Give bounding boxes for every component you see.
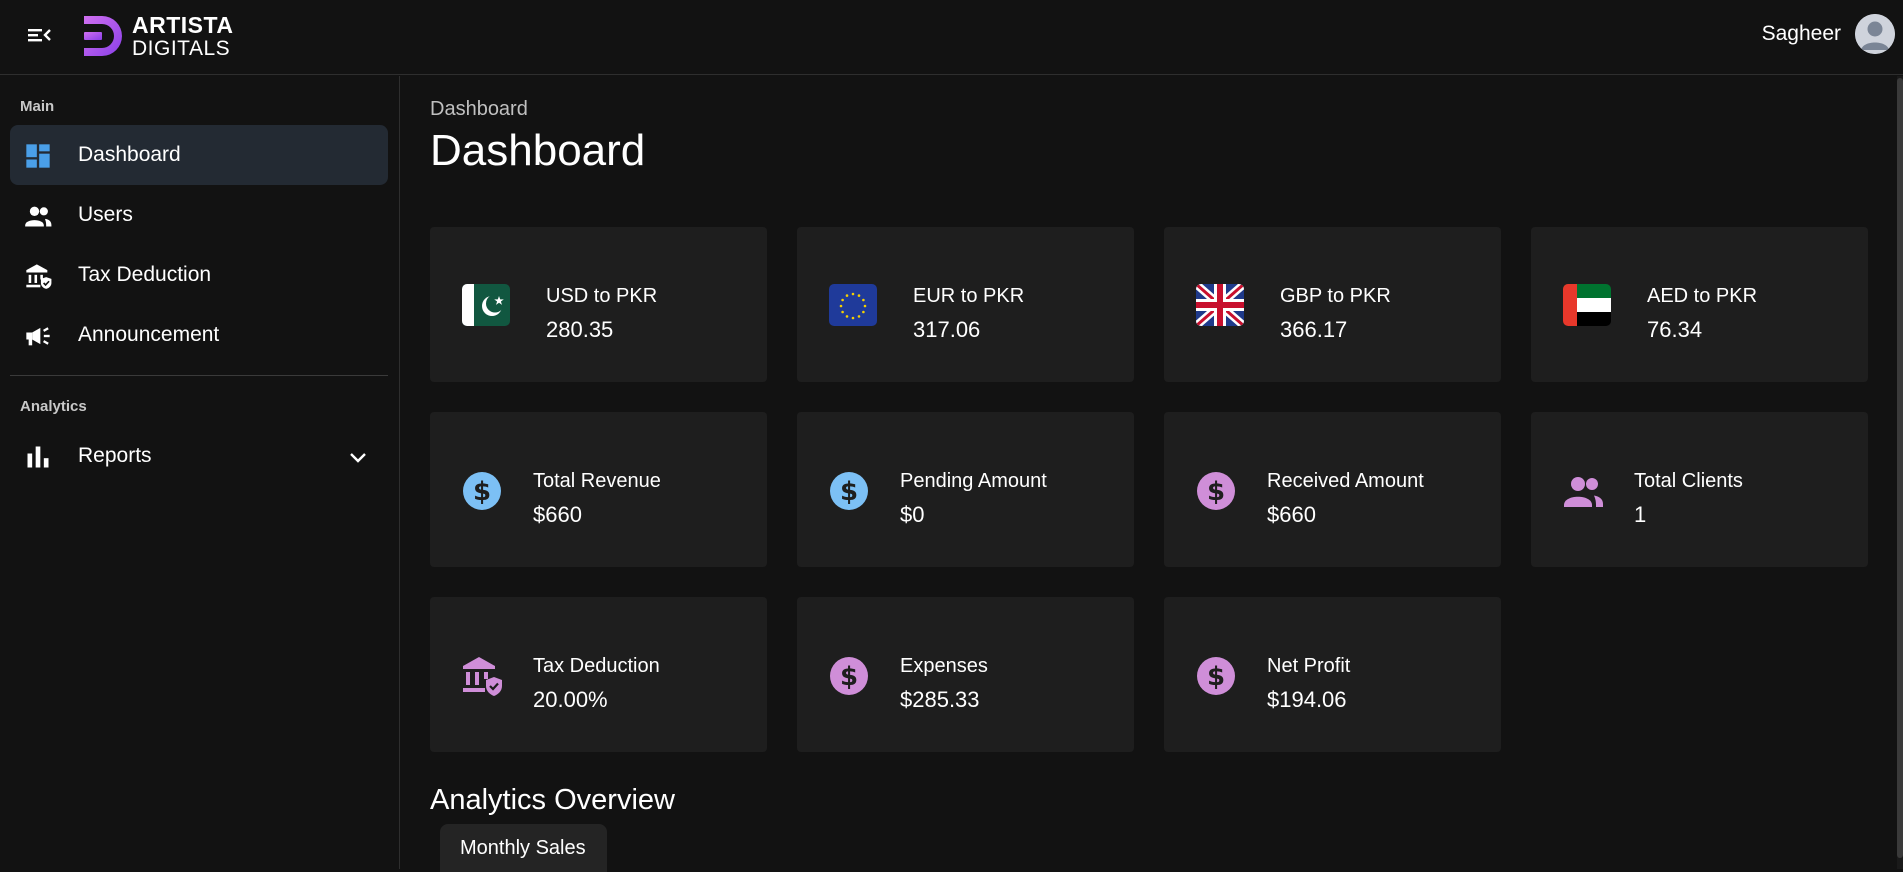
stat-card-expenses: $ Expenses $285.33 (797, 597, 1134, 752)
sidebar-item-label: Tax Deduction (78, 263, 212, 286)
sidebar-item-announcement[interactable]: Announcement (10, 305, 388, 365)
brand-logo[interactable]: ARTISTA DIGITALS (78, 12, 233, 60)
page-scrollbar-thumb[interactable] (1897, 78, 1903, 858)
sidebar-section-main: Main (20, 98, 55, 115)
page-title: Dashboard (430, 126, 646, 175)
logo-line-2: DIGITALS (132, 36, 231, 60)
logo-mark-icon (84, 16, 122, 56)
svg-text:$: $ (1207, 477, 1225, 507)
rate-card-usd: USD to PKR 280.35 (430, 227, 767, 382)
rate-label: USD to PKR (546, 285, 658, 307)
rate-value: 317.06 (913, 317, 981, 342)
users-icon (25, 206, 52, 227)
tab-label: Monthly Sales (460, 837, 586, 859)
sidebar-section-analytics: Analytics (20, 398, 87, 415)
svg-text:$: $ (840, 477, 858, 507)
tab-monthly-sales[interactable]: Monthly Sales (440, 824, 607, 872)
stat-label: Pending Amount (900, 470, 1047, 492)
dollar-circle-icon: $ (830, 657, 868, 695)
rate-card-gbp: GBP to PKR 366.17 (1164, 227, 1501, 382)
pakistan-flag-icon (462, 284, 510, 326)
sidebar-item-label: Reports (78, 444, 152, 467)
dashboard-icon (26, 144, 50, 168)
rate-card-eur: EUR to PKR 317.06 (797, 227, 1134, 382)
stat-value: $660 (1267, 502, 1316, 527)
stat-label: Total Clients (1634, 470, 1743, 492)
avatar[interactable] (1855, 14, 1895, 54)
stat-label: Received Amount (1267, 470, 1424, 492)
sidebar-item-label: Users (78, 203, 133, 226)
bar-chart-icon (27, 446, 49, 468)
svg-text:$: $ (840, 662, 858, 692)
sidebar: Main Dashboard Users Tax Deduction Annou… (0, 76, 400, 869)
stat-value: $194.06 (1267, 687, 1347, 712)
sidebar-item-dashboard[interactable]: Dashboard (10, 125, 388, 185)
stat-value: $660 (533, 502, 582, 527)
stat-card-pending-amount: $ Pending Amount $0 (797, 412, 1134, 567)
breadcrumb: Dashboard (430, 98, 528, 120)
bank-shield-icon (463, 657, 502, 696)
eu-flag-icon (829, 284, 877, 326)
rate-label: AED to PKR (1647, 285, 1758, 307)
user-name: Sagheer (1761, 22, 1841, 45)
stat-card-net-profit: $ Net Profit $194.06 (1164, 597, 1501, 752)
svg-text:$: $ (473, 477, 491, 507)
user-menu[interactable]: Sagheer (1762, 14, 1895, 54)
sidebar-divider (10, 375, 388, 376)
top-bar: ARTISTA DIGITALS Sagheer (0, 0, 1903, 75)
stat-label: Total Revenue (533, 470, 661, 492)
sidebar-item-tax-deduction[interactable]: Tax Deduction (10, 245, 388, 305)
menu-collapse-icon[interactable] (22, 22, 56, 48)
sidebar-item-users[interactable]: Users (10, 185, 388, 245)
rate-label: EUR to PKR (913, 285, 1025, 307)
stat-card-total-revenue: $ Total Revenue $660 (430, 412, 767, 567)
analytics-overview-title: Analytics Overview (430, 784, 675, 816)
stat-label: Net Profit (1267, 655, 1351, 677)
bank-shield-icon (26, 264, 52, 289)
stat-value: 1 (1634, 502, 1647, 527)
stat-value: 20.00% (533, 687, 608, 712)
stat-value: $285.33 (900, 687, 980, 712)
dollar-circle-icon: $ (463, 472, 501, 510)
stat-label: Tax Deduction (533, 655, 660, 677)
rate-value: 366.17 (1280, 317, 1348, 342)
dollar-circle-icon: $ (1197, 657, 1235, 695)
dollar-circle-icon: $ (830, 472, 868, 510)
stat-card-received-amount: $ Received Amount $660 (1164, 412, 1501, 567)
sidebar-item-label: Announcement (78, 323, 220, 346)
rate-value: 76.34 (1647, 317, 1703, 342)
user-avatar-icon (1855, 14, 1895, 54)
svg-text:$: $ (1207, 662, 1225, 692)
rate-value: 280.35 (546, 317, 614, 342)
uk-flag-icon (1196, 284, 1244, 326)
users-icon (1564, 477, 1603, 507)
sidebar-item-label: Dashboard (78, 143, 181, 166)
stat-card-total-clients: Total Clients 1 (1531, 412, 1868, 567)
logo-line-1: ARTISTA (132, 11, 234, 38)
stat-card-tax-deduction: Tax Deduction 20.00% (430, 597, 767, 752)
dollar-circle-icon: $ (1197, 472, 1235, 510)
stat-label: Expenses (900, 655, 988, 677)
uae-flag-icon (1563, 284, 1611, 326)
stat-value: $0 (900, 502, 925, 527)
megaphone-icon (26, 327, 50, 346)
rate-label: GBP to PKR (1280, 285, 1391, 307)
chevron-down-icon[interactable] (346, 445, 370, 469)
rate-card-aed: AED to PKR 76.34 (1531, 227, 1868, 382)
sidebar-item-reports[interactable]: Reports (10, 426, 388, 486)
